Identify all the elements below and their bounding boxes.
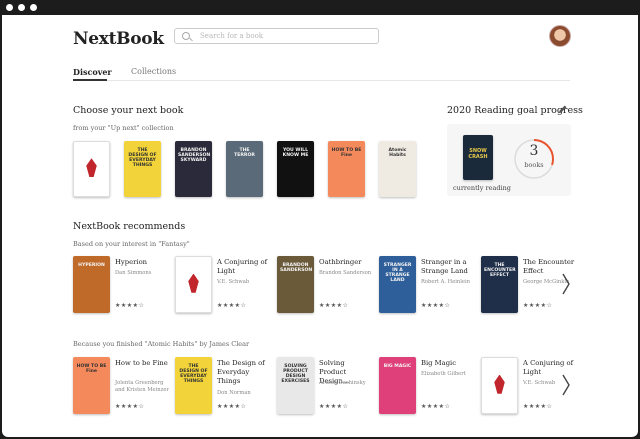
book-title[interactable]: Oathbringer [319, 258, 373, 267]
book-cover[interactable]: THE DESIGN OF EVERYDAY THINGS [124, 141, 161, 197]
tab-discover[interactable]: Discover [73, 67, 112, 77]
goal-count: 3 [529, 143, 539, 159]
cover-title: HOW TO BE Fine [76, 364, 107, 375]
cover-title: SOLVING PRODUCT DESIGN EXERCISES [281, 364, 310, 385]
star-rating: ★★★★☆ [421, 403, 451, 410]
cover-title: BIG MAGIC [383, 364, 412, 369]
book-cover[interactable]: BRANDON SANDERSON [277, 256, 314, 313]
book-cover[interactable] [175, 256, 212, 313]
currently-reading-cover[interactable]: SNOW CRASH [463, 135, 493, 180]
tab-collections[interactable]: Collections [131, 67, 176, 76]
window-close-dot[interactable] [6, 4, 13, 11]
cover-title: THE ENCOUNTER EFFECT [484, 263, 516, 279]
cover-figure-icon [188, 273, 199, 293]
book-cover[interactable]: Atomic Habits [379, 141, 416, 197]
search-input[interactable] [200, 30, 370, 42]
cover-title: STRANGER IN A STRANGE LAND [383, 263, 412, 284]
book-cover[interactable]: BIG MAGIC [379, 357, 416, 414]
book-cover[interactable]: BRANDON SANDERSON SKYWARD [175, 141, 212, 197]
cover-title: BRANDON SANDERSON [280, 263, 313, 274]
book-card[interactable]: HOW TO BE Fine How to be Fine Jolenta Gree… [73, 357, 169, 417]
row-subheading-fantasy: Based on your interest in "Fantasy" [73, 240, 190, 248]
book-cover[interactable]: HOW TO BE Fine [73, 357, 110, 414]
book-card[interactable]: HYPERION Hyperion Dan Simmons ★★★★☆ [73, 256, 169, 316]
book-cover[interactable]: STRANGER IN A STRANGE LAND [379, 256, 416, 313]
book-title[interactable]: Stranger in a Strange Land [421, 258, 475, 276]
book-cover[interactable] [481, 357, 518, 414]
star-rating: ★★★★☆ [217, 403, 247, 410]
window-minimize-dot[interactable] [18, 4, 25, 11]
star-rating: ★★★★☆ [319, 302, 349, 309]
book-author: Brandon Sanderson [319, 269, 372, 276]
book-card[interactable]: BIG MAGIC Big Magic Elizabeth Gilbert ★★★★☆ [379, 357, 475, 417]
star-rating: ★★★★☆ [523, 302, 553, 309]
cover-figure-icon [86, 158, 97, 178]
row-subheading-atomic: Because you finished "Atomic Habits" by … [73, 340, 250, 348]
book-cover[interactable]: THE ENCOUNTER EFFECT [481, 256, 518, 313]
book-title[interactable]: How to be Fine [115, 359, 169, 368]
app-window: NextBook Discover Collections Choose you… [2, 15, 638, 437]
star-rating: ★★★★☆ [217, 302, 247, 309]
star-rating: ★★★★☆ [421, 302, 451, 309]
cover-title: YOU WILL KNOW ME [282, 148, 309, 159]
book-author: Don Norman [217, 389, 251, 396]
book-cover[interactable]: THE TERROR [226, 141, 263, 197]
cover-figure-icon [494, 374, 505, 394]
star-rating: ★★★★☆ [523, 403, 553, 410]
cover-title: THE DESIGN OF EVERYDAY THINGS [128, 148, 157, 169]
app-logo[interactable]: NextBook [73, 29, 164, 49]
book-card[interactable]: A Conjuring of Light V.E. Schwab ★★★★☆ [175, 256, 271, 316]
avatar[interactable] [549, 25, 571, 47]
book-title[interactable]: The Design of Everyday Things [217, 359, 271, 387]
cover-title: THE DESIGN OF EVERYDAY THINGS [179, 364, 208, 385]
book-cover[interactable]: HOW TO BE Fine [328, 141, 365, 197]
currently-reading-cover-title: SNOW CRASH [468, 148, 488, 160]
search-icon [182, 32, 190, 40]
book-cover[interactable]: THE DESIGN OF EVERYDAY THINGS [175, 357, 212, 414]
tab-divider [73, 80, 570, 81]
book-cover[interactable]: HYPERION [73, 256, 110, 313]
cover-title: Atomic Habits [388, 148, 407, 159]
cover-title: THE TERROR [234, 148, 255, 159]
book-title[interactable]: Hyperion [115, 258, 169, 267]
pencil-icon[interactable] [558, 104, 568, 114]
book-card[interactable]: BRANDON SANDERSON Oathbringer Brandon Sand… [277, 256, 373, 316]
window-titlebar [0, 0, 640, 15]
book-author: Dan Simmons [115, 269, 152, 276]
book-author: V.E. Schwab [217, 279, 250, 285]
book-cover[interactable] [73, 141, 110, 197]
chevron-right-icon[interactable] [560, 367, 572, 403]
up-next-subheading: from your "Up next" collection [73, 124, 174, 132]
goal-count-label: books [524, 161, 544, 169]
active-tab-underline [73, 79, 107, 81]
book-card[interactable]: THE DESIGN OF EVERYDAY THINGS The Design … [175, 357, 271, 417]
book-cover[interactable]: SOLVING PRODUCT DESIGN EXERCISES [277, 357, 314, 414]
book-cover[interactable]: YOU WILL KNOW ME [277, 141, 314, 197]
book-author: Artiom Dashinsky [319, 380, 366, 386]
book-title[interactable]: Big Magic [421, 359, 475, 368]
chevron-right-icon[interactable] [560, 266, 572, 302]
cover-title: HOW TO BE Fine [331, 148, 362, 159]
cover-title: HYPERION [78, 263, 105, 268]
window-zoom-dot[interactable] [30, 4, 37, 11]
book-author: Elizabeth Gilbert [421, 370, 466, 377]
cover-title: BRANDON SANDERSON SKYWARD [178, 148, 211, 164]
currently-reading-label: currently reading [453, 184, 511, 192]
book-card[interactable]: STRANGER IN A STRANGE LAND Stranger in a … [379, 256, 475, 316]
book-author: Jolenta Greenberg and Kristen Meinzer [115, 380, 169, 393]
star-rating: ★★★★☆ [319, 403, 349, 410]
star-rating: ★★★★☆ [115, 302, 145, 309]
recommends-heading: NextBook recommends [73, 221, 186, 232]
book-title[interactable]: A Conjuring of Light [217, 258, 271, 276]
search-bar[interactable] [174, 28, 379, 44]
book-author: Robert A. Heinlein [421, 279, 471, 285]
up-next-heading: Choose your next book [73, 105, 184, 116]
book-card[interactable]: SOLVING PRODUCT DESIGN EXERCISES Solving … [277, 357, 373, 417]
star-rating: ★★★★☆ [115, 403, 145, 410]
